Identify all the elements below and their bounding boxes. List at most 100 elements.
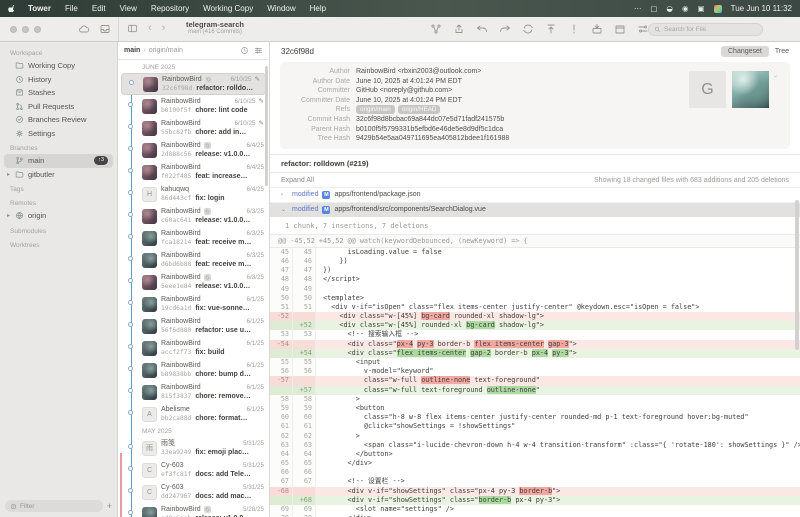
changed-file-row[interactable]: › modified Mapps/frontend/package.json	[270, 186, 800, 202]
commit-text: Cy-603 5/31/25 ef3fc81f docs: add Tele…	[161, 461, 264, 479]
screen-mirroring-icon[interactable]: ▢	[650, 0, 657, 17]
sync-icon[interactable]	[522, 23, 534, 35]
chevron-right-icon[interactable]: ▸	[7, 212, 10, 219]
gear-icon	[15, 129, 24, 138]
avatar-chevron-icon[interactable]: ⌄	[773, 72, 778, 79]
fetch-icon[interactable]	[545, 23, 557, 35]
share-icon[interactable]	[453, 23, 465, 35]
commit-row[interactable]: RainbowBird 6/4/25 2d888c56 release: v1.0.0…	[118, 139, 269, 161]
sidebar-item-main[interactable]: main ↑3	[4, 154, 113, 168]
changed-file-row[interactable]: ⌄ modified Mapps/frontend/src/components/S…	[270, 201, 800, 217]
commit-row[interactable]: C Cy-603 5/31/25 dd247967 docs: add mac…	[118, 481, 269, 503]
commit-row[interactable]: RainbowBird5/28/25ad8e6eebrelease: v1.0.…	[118, 503, 269, 517]
location-icon[interactable]: ◉	[682, 0, 689, 17]
commit-row[interactable]: Hkahuqwq 6/4/25 86d443cf fix: login	[118, 183, 269, 205]
commit-hash: f022f485	[161, 173, 192, 180]
commit-row[interactable]: RainbowBird 6/3/25 5eee1e84 release: v1.0.0…	[118, 271, 269, 293]
commit-row[interactable]: RainbowBird 6/4/25 f022f485 feat: increase…	[118, 161, 269, 183]
commit-graph-node	[128, 466, 133, 471]
ref-badge[interactable]: origin/main	[356, 105, 395, 115]
new-line-number: 59	[293, 403, 316, 414]
history-clock-icon[interactable]	[240, 46, 249, 55]
input-source-icon[interactable]	[713, 4, 722, 13]
tree-tab[interactable]: Tree	[775, 48, 789, 55]
menu-item-edit[interactable]: Edit	[85, 0, 113, 17]
changeset-tab[interactable]: Changeset	[721, 46, 769, 57]
detail-scrollbar[interactable]	[795, 200, 799, 350]
sidebar-item-gitbutler[interactable]: ▸ gitbutler	[0, 168, 117, 182]
file-chevron-icon[interactable]: ⌄	[281, 206, 288, 213]
old-line-number: 45	[270, 247, 293, 257]
commit-text: RainbowBird 6/4/25 f022f485 feat: increase…	[161, 163, 264, 181]
commit-list-scrollbar[interactable]	[265, 66, 268, 186]
menu-item-repository[interactable]: Repository	[144, 0, 196, 17]
commit-row[interactable]: RainbowBird 6/1/25 b89838bb chore: bump d…	[118, 359, 269, 381]
menu-item-tower[interactable]: Tower	[21, 0, 58, 17]
forward-icon[interactable]	[499, 23, 511, 35]
apple-menu-icon[interactable]	[8, 3, 17, 14]
ref-badge[interactable]: origin/HEAD	[397, 105, 441, 115]
commit-row[interactable]: RainbowBird 6/10/25 ✎ 55bc82fb chore: add in…	[118, 117, 269, 139]
repo-title: telegram-search	[186, 20, 244, 29]
commit-row[interactable]: 雨雨笺 5/31/25 33ea9249 fix: emoji plac…	[118, 437, 269, 459]
expand-all-button[interactable]: Expand All	[281, 177, 314, 184]
zoom-button[interactable]	[34, 26, 41, 33]
menu-item-help[interactable]: Help	[303, 0, 333, 17]
alert-icon[interactable]	[568, 23, 580, 35]
sidebar-item-working-copy[interactable]: Working Copy	[0, 59, 117, 73]
control-center-icon[interactable]: ◒	[666, 0, 673, 17]
menu-item-window[interactable]: Window	[260, 0, 302, 17]
sidebar-item-settings[interactable]: Settings	[0, 127, 117, 141]
filter-input[interactable]: Filter	[5, 500, 103, 512]
sidebar-item-label: Pull Requests	[28, 101, 75, 111]
menu-item-working-copy[interactable]: Working Copy	[196, 0, 260, 17]
diff-code: @click="showSettings = !showSettings"	[323, 422, 516, 431]
sidebar-toggle-icon[interactable]	[127, 23, 138, 34]
sidebar-item-branches-review[interactable]: Branches Review	[0, 113, 117, 127]
chevron-right-icon[interactable]: ▸	[7, 171, 10, 178]
commit-row[interactable]: RainbowBird 6/10/25 ✎ b0100f5f chore: lint c…	[118, 95, 269, 117]
remote-branch-label[interactable]: origin/main	[149, 47, 183, 54]
tag-icon	[203, 208, 211, 215]
sidebar-item-stashes[interactable]: Stashes	[0, 86, 117, 100]
commit-row[interactable]: RainbowBird 6/1/25 accf2f73 fix: build	[118, 337, 269, 359]
menu-item-file[interactable]: File	[58, 0, 85, 17]
commit-text: RainbowBird 6/3/25 5eee1e84 release: v1.0.0…	[161, 273, 264, 291]
commit-meta-line: RainbowBird 6/3/25	[161, 273, 264, 282]
commit-row[interactable]: RainbowBird 6/1/25 815f3837 chore: remove…	[118, 381, 269, 403]
file-search-input[interactable]: Search for File	[648, 23, 763, 36]
service-icon[interactable]	[430, 23, 442, 35]
close-button[interactable]	[10, 26, 17, 33]
commit-row[interactable]: RainbowBird 6/3/25 fca18214 feat: receive m…	[118, 227, 269, 249]
commit-hash: d6bd6b88	[161, 261, 192, 268]
commit-row[interactable]: C Cy-603 5/31/25 ef3fc81f docs: add Tele…	[118, 459, 269, 481]
menu-item-view[interactable]: View	[113, 0, 144, 17]
current-branch-label[interactable]: main	[124, 47, 140, 54]
minimize-button[interactable]	[22, 26, 29, 33]
reply-icon[interactable]	[476, 23, 488, 35]
new-line-number: 49	[293, 284, 316, 294]
commit-row[interactable]: RainbowBird 6/1/25 19cd6a1d fix: vue-sonne…	[118, 293, 269, 315]
sidebar-item-pull-requests[interactable]: Pull Requests	[0, 100, 117, 114]
old-line-number: 69	[270, 505, 293, 515]
sidebar-item-history[interactable]: History	[0, 73, 117, 87]
old-line-number: 46	[270, 256, 293, 267]
list-options-icon[interactable]	[254, 46, 263, 55]
stash-icon[interactable]	[591, 23, 603, 35]
commit-row[interactable]: A Abelisme 6/1/25 bb2ca88d chore: format…	[118, 403, 269, 425]
commit-graph-node	[128, 146, 133, 151]
sidebar-item-origin[interactable]: ▸ origin	[0, 209, 117, 223]
more-icon[interactable]: ⋯	[634, 0, 642, 17]
meta-value: RainbowBird <rbxin2003@outlook.com>	[356, 68, 482, 75]
snapshot-icon[interactable]	[614, 23, 626, 35]
commit-author: RainbowBird	[161, 120, 201, 127]
commit-row[interactable]: RainbowBird 6/1/25 56f6d880 refactor: use u…	[118, 315, 269, 337]
file-chevron-icon[interactable]: ›	[281, 192, 288, 198]
cloud-icon[interactable]	[78, 23, 90, 35]
add-repository-button[interactable]: +	[105, 501, 114, 511]
display-icon[interactable]: ▣	[698, 0, 705, 17]
commit-row[interactable]: RainbowBird 6/3/25 d6bd6b88 feat: receive m…	[118, 249, 269, 271]
commit-row[interactable]: RainbowBird 6/10/25 ✎ 32c6f98d refactor: rol…	[121, 73, 266, 95]
inbox-icon[interactable]	[99, 23, 111, 35]
commit-row[interactable]: RainbowBird 6/3/25 c60ac641 release: v1.0.0…	[118, 205, 269, 227]
